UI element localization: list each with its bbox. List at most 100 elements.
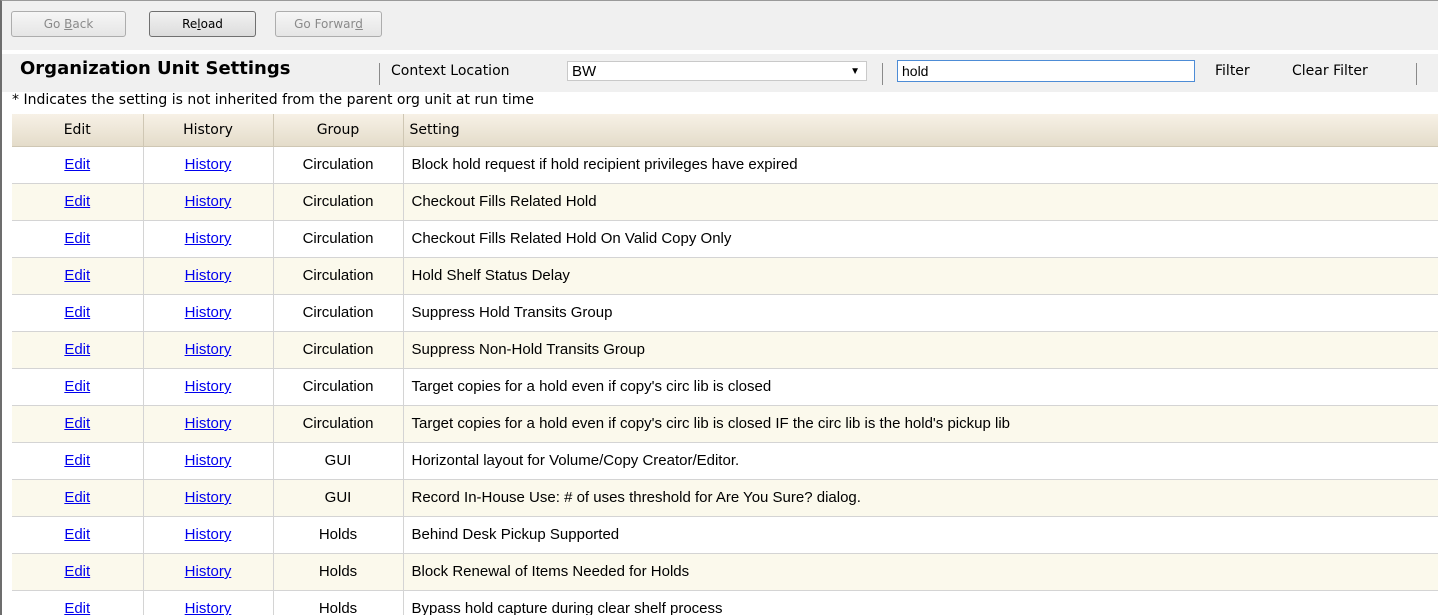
edit-link[interactable]: Edit bbox=[64, 267, 90, 284]
history-link[interactable]: History bbox=[185, 193, 232, 210]
edit-link[interactable]: Edit bbox=[64, 230, 90, 247]
edit-cell: Edit bbox=[12, 590, 144, 615]
edit-cell: Edit bbox=[12, 479, 144, 517]
edit-cell: Edit bbox=[12, 294, 144, 332]
edit-cell: Edit bbox=[12, 183, 144, 221]
clear-filter-button[interactable]: Clear Filter bbox=[1292, 63, 1368, 79]
go-forward-button[interactable]: Go Forward bbox=[275, 11, 382, 37]
group-cell: GUI bbox=[273, 442, 404, 480]
edit-cell: Edit bbox=[12, 257, 144, 295]
history-cell: History bbox=[143, 479, 274, 517]
history-link[interactable]: History bbox=[185, 230, 232, 247]
table-row[interactable]: Edit History Circulation Block hold requ… bbox=[12, 146, 1438, 184]
history-link[interactable]: History bbox=[185, 267, 232, 284]
table-row[interactable]: Edit History Circulation Hold Shelf Stat… bbox=[12, 257, 1438, 295]
edit-link[interactable]: Edit bbox=[64, 156, 90, 173]
table-row[interactable]: Edit History Circulation Target copies f… bbox=[12, 405, 1438, 443]
separator bbox=[1416, 63, 1417, 85]
history-cell: History bbox=[143, 442, 274, 480]
history-cell: History bbox=[143, 294, 274, 332]
history-link[interactable]: History bbox=[185, 489, 232, 506]
go-back-button[interactable]: Go Back bbox=[11, 11, 126, 37]
edit-link[interactable]: Edit bbox=[64, 489, 90, 506]
setting-cell: Target copies for a hold even if copy's … bbox=[403, 405, 1438, 443]
edit-link[interactable]: Edit bbox=[64, 193, 90, 210]
history-cell: History bbox=[143, 553, 274, 591]
separator bbox=[882, 63, 883, 85]
dropdown-arrow-icon[interactable]: ▼ bbox=[850, 62, 860, 81]
setting-cell: Record In-House Use: # of uses threshold… bbox=[403, 479, 1438, 517]
filter-button[interactable]: Filter bbox=[1215, 63, 1250, 79]
reload-label-rest: oad bbox=[200, 17, 223, 31]
go-back-label: Go bbox=[43, 17, 65, 31]
table-row[interactable]: Edit History Holds Block Renewal of Item… bbox=[12, 553, 1438, 591]
column-header-setting[interactable]: Setting bbox=[403, 114, 1438, 147]
settings-header-bar: Organization Unit Settings Context Locat… bbox=[2, 54, 1438, 92]
edit-cell: Edit bbox=[12, 368, 144, 406]
edit-link[interactable]: Edit bbox=[64, 600, 90, 615]
history-link[interactable]: History bbox=[185, 156, 232, 173]
edit-link[interactable]: Edit bbox=[64, 341, 90, 358]
go-forward-label: Go Forwar bbox=[294, 17, 356, 31]
go-forward-accesskey: d bbox=[355, 17, 363, 31]
column-header-edit[interactable]: Edit bbox=[12, 114, 144, 147]
history-cell: History bbox=[143, 368, 274, 406]
group-cell: Holds bbox=[273, 553, 404, 591]
edit-link[interactable]: Edit bbox=[64, 378, 90, 395]
reload-button[interactable]: Reload bbox=[149, 11, 256, 37]
history-cell: History bbox=[143, 405, 274, 443]
history-link[interactable]: History bbox=[185, 415, 232, 432]
group-cell: GUI bbox=[273, 479, 404, 517]
table-row[interactable]: Edit History Circulation Checkout Fills … bbox=[12, 183, 1438, 221]
history-cell: History bbox=[143, 220, 274, 258]
table-row[interactable]: Edit History GUI Horizontal layout for V… bbox=[12, 442, 1438, 480]
filter-input[interactable] bbox=[897, 60, 1195, 82]
table-row[interactable]: Edit History Circulation Checkout Fills … bbox=[12, 220, 1438, 258]
table-header-row: Edit History Group Setting bbox=[12, 114, 1438, 147]
group-cell: Circulation bbox=[273, 368, 404, 406]
table-row[interactable]: Edit History Holds Behind Desk Pickup Su… bbox=[12, 516, 1438, 554]
table-row[interactable]: Edit History Circulation Suppress Hold T… bbox=[12, 294, 1438, 332]
table-row[interactable]: Edit History GUI Record In-House Use: # … bbox=[12, 479, 1438, 517]
context-location-select[interactable]: BW ▼ bbox=[567, 61, 867, 81]
settings-table: Edit History Group Setting Edit History … bbox=[12, 114, 1438, 615]
group-cell: Circulation bbox=[273, 257, 404, 295]
history-link[interactable]: History bbox=[185, 304, 232, 321]
column-header-history[interactable]: History bbox=[143, 114, 274, 147]
history-link[interactable]: History bbox=[185, 600, 232, 615]
column-header-group[interactable]: Group bbox=[273, 114, 404, 147]
group-cell: Circulation bbox=[273, 294, 404, 332]
setting-cell: Suppress Non-Hold Transits Group bbox=[403, 331, 1438, 369]
history-link[interactable]: History bbox=[185, 341, 232, 358]
edit-link[interactable]: Edit bbox=[64, 304, 90, 321]
history-cell: History bbox=[143, 183, 274, 221]
setting-cell: Block hold request if hold recipient pri… bbox=[403, 146, 1438, 184]
table-row[interactable]: Edit History Circulation Suppress Non-Ho… bbox=[12, 331, 1438, 369]
edit-link[interactable]: Edit bbox=[64, 563, 90, 580]
edit-link[interactable]: Edit bbox=[64, 452, 90, 469]
history-link[interactable]: History bbox=[185, 563, 232, 580]
navigation-bar: Go Back Reload Go Forward bbox=[2, 1, 1438, 50]
edit-cell: Edit bbox=[12, 146, 144, 184]
setting-cell: Behind Desk Pickup Supported bbox=[403, 516, 1438, 554]
group-cell: Holds bbox=[273, 516, 404, 554]
context-location-label: Context Location bbox=[391, 63, 510, 79]
history-link[interactable]: History bbox=[185, 452, 232, 469]
edit-link[interactable]: Edit bbox=[64, 415, 90, 432]
table-row[interactable]: Edit History Holds Bypass hold capture d… bbox=[12, 590, 1438, 615]
setting-cell: Horizontal layout for Volume/Copy Creato… bbox=[403, 442, 1438, 480]
setting-cell: Suppress Hold Transits Group bbox=[403, 294, 1438, 332]
history-link[interactable]: History bbox=[185, 526, 232, 543]
context-location-value: BW bbox=[572, 63, 597, 80]
group-cell: Circulation bbox=[273, 183, 404, 221]
history-cell: History bbox=[143, 516, 274, 554]
group-cell: Circulation bbox=[273, 331, 404, 369]
edit-cell: Edit bbox=[12, 553, 144, 591]
history-link[interactable]: History bbox=[185, 378, 232, 395]
edit-link[interactable]: Edit bbox=[64, 526, 90, 543]
table-row[interactable]: Edit History Circulation Target copies f… bbox=[12, 368, 1438, 406]
group-cell: Circulation bbox=[273, 220, 404, 258]
setting-cell: Block Renewal of Items Needed for Holds bbox=[403, 553, 1438, 591]
edit-cell: Edit bbox=[12, 405, 144, 443]
window-frame: Go Back Reload Go Forward Organization U… bbox=[0, 0, 1438, 615]
